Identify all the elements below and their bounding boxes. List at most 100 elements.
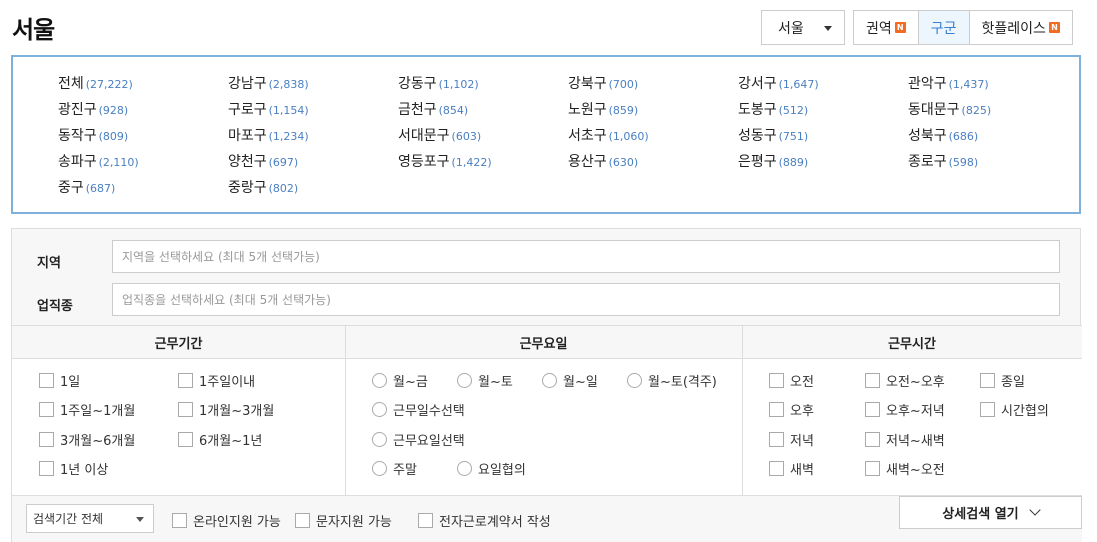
days-option[interactable]: 근무요일선택	[372, 430, 465, 449]
radio[interactable]	[627, 373, 642, 388]
open-detail-search-button[interactable]: 상세검색 열기	[899, 496, 1082, 529]
district-item[interactable]: 광진구 (928)	[58, 99, 228, 125]
checkbox[interactable]	[769, 432, 784, 447]
checkbox[interactable]	[178, 373, 193, 388]
days-option[interactable]: 월~일	[542, 371, 598, 390]
days-option[interactable]: 월~금	[372, 371, 428, 390]
search-period-select[interactable]: 검색기간 전체	[26, 504, 154, 533]
district-item[interactable]: 중랑구 (802)	[228, 177, 398, 203]
job-input[interactable]	[112, 283, 1060, 316]
checkbox[interactable]	[865, 402, 880, 417]
checkbox[interactable]	[865, 461, 880, 476]
district-item[interactable]: 중구 (687)	[58, 177, 228, 203]
region-input[interactable]	[112, 240, 1060, 273]
caret-down-icon	[824, 26, 832, 31]
hours-option[interactable]: 새벽~오전	[865, 459, 945, 478]
days-option[interactable]: 근무일수선택	[372, 400, 465, 419]
online-apply-option[interactable]: 온라인지원 가능	[172, 511, 281, 530]
sms-apply-option[interactable]: 문자지원 가능	[295, 511, 392, 530]
checkbox[interactable]	[39, 461, 54, 476]
district-item[interactable]: 노원구 (859)	[568, 99, 738, 125]
district-item[interactable]: 강남구 (2,838)	[228, 73, 398, 99]
search-period-value: 검색기간 전체	[33, 512, 104, 526]
district-item[interactable]: 서대문구 (603)	[398, 125, 568, 151]
hours-option[interactable]: 새벽	[769, 459, 814, 478]
district-name: 중랑구	[228, 180, 267, 196]
page-title: 서울	[12, 16, 55, 44]
period-option[interactable]: 6개월~1년	[178, 430, 262, 449]
radio[interactable]	[372, 461, 387, 476]
district-item[interactable]: 성북구 (686)	[908, 125, 1078, 151]
district-item[interactable]: 도봉구 (512)	[738, 99, 908, 125]
district-count: (1,154)	[268, 104, 309, 117]
tab-hotplace[interactable]: 핫플레이스 N	[969, 11, 1072, 44]
radio[interactable]	[372, 402, 387, 417]
checkbox[interactable]	[418, 513, 433, 528]
tab-region[interactable]: 권역 N	[854, 11, 919, 44]
period-option[interactable]: 1주일~1개월	[39, 400, 135, 419]
district-item[interactable]: 종로구 (598)	[908, 151, 1078, 177]
period-option[interactable]: 1년 이상	[39, 459, 108, 478]
district-item[interactable]: 강북구 (700)	[568, 73, 738, 99]
hours-option[interactable]: 저녁	[769, 430, 814, 449]
checkbox[interactable]	[39, 373, 54, 388]
radio[interactable]	[372, 432, 387, 447]
district-item[interactable]: 송파구 (2,110)	[58, 151, 228, 177]
district-item[interactable]: 동작구 (809)	[58, 125, 228, 151]
district-item[interactable]: 강동구 (1,102)	[398, 73, 568, 99]
days-option[interactable]: 요일협의	[457, 459, 526, 478]
checkbox[interactable]	[178, 402, 193, 417]
district-count: (598)	[948, 156, 979, 169]
district-item[interactable]: 관악구 (1,437)	[908, 73, 1078, 99]
option-label: 저녁	[790, 434, 814, 449]
district-count: (27,222)	[85, 78, 133, 91]
checkbox[interactable]	[980, 373, 995, 388]
district-item[interactable]: 영등포구 (1,422)	[398, 151, 568, 177]
hours-option[interactable]: 오후~저녁	[865, 400, 945, 419]
checkbox[interactable]	[39, 432, 54, 447]
period-option[interactable]: 1일	[39, 371, 80, 390]
table-header: 근무기간 근무요일 근무시간	[12, 326, 1082, 359]
e-contract-option[interactable]: 전자근로계약서 작성	[418, 511, 551, 530]
hours-option[interactable]: 오전~오후	[865, 371, 945, 390]
district-item[interactable]: 동대문구 (825)	[908, 99, 1078, 125]
checkbox[interactable]	[865, 373, 880, 388]
hours-option[interactable]: 오전	[769, 371, 814, 390]
district-item[interactable]: 금천구 (854)	[398, 99, 568, 125]
checkbox[interactable]	[769, 402, 784, 417]
radio[interactable]	[372, 373, 387, 388]
district-item[interactable]: 전체 (27,222)	[58, 73, 228, 99]
district-item[interactable]: 용산구 (630)	[568, 151, 738, 177]
checkbox[interactable]	[172, 513, 187, 528]
district-item[interactable]: 서초구 (1,060)	[568, 125, 738, 151]
district-item[interactable]: 성동구 (751)	[738, 125, 908, 151]
period-option[interactable]: 1개월~3개월	[178, 400, 274, 419]
district-name: 양천구	[228, 154, 267, 170]
days-option[interactable]: 월~토(격주)	[627, 371, 717, 390]
district-item[interactable]: 양천구 (697)	[228, 151, 398, 177]
checkbox[interactable]	[769, 373, 784, 388]
checkbox[interactable]	[980, 402, 995, 417]
checkbox[interactable]	[769, 461, 784, 476]
period-option[interactable]: 3개월~6개월	[39, 430, 135, 449]
district-item[interactable]: 은평구 (889)	[738, 151, 908, 177]
district-item[interactable]: 강서구 (1,647)	[738, 73, 908, 99]
checkbox[interactable]	[39, 402, 54, 417]
radio[interactable]	[457, 373, 472, 388]
days-option[interactable]: 주말	[372, 459, 417, 478]
hours-option[interactable]: 저녁~새벽	[865, 430, 945, 449]
district-item[interactable]: 구로구 (1,154)	[228, 99, 398, 125]
radio[interactable]	[457, 461, 472, 476]
hours-option[interactable]: 종일	[980, 371, 1025, 390]
city-select[interactable]: 서울	[761, 10, 845, 45]
hours-option[interactable]: 오후	[769, 400, 814, 419]
tab-district[interactable]: 구군	[918, 11, 970, 44]
days-option[interactable]: 월~토	[457, 371, 513, 390]
radio[interactable]	[542, 373, 557, 388]
checkbox[interactable]	[178, 432, 193, 447]
hours-option[interactable]: 시간협의	[980, 400, 1049, 419]
checkbox[interactable]	[865, 432, 880, 447]
checkbox[interactable]	[295, 513, 310, 528]
period-option[interactable]: 1주일이내	[178, 371, 255, 390]
district-item[interactable]: 마포구 (1,234)	[228, 125, 398, 151]
